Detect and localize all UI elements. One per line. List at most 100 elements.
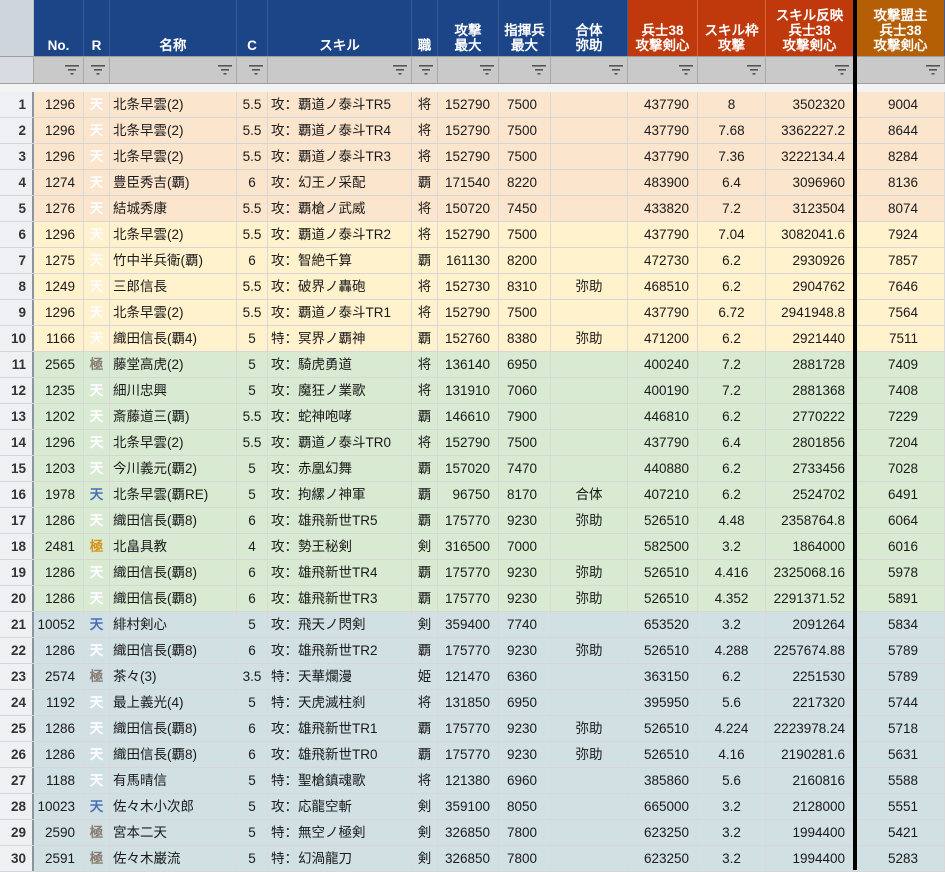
cell-no[interactable]: 1296 [34,144,84,169]
cell-name[interactable]: 今川義元(覇2) [110,456,237,481]
cell-lord[interactable]: 9004 [857,92,945,117]
cell-atk[interactable]: 131850 [438,690,499,715]
cell-skill[interactable]: 特：天華爛漫 [268,664,412,689]
cell-reflect[interactable]: 2770222 [766,404,854,429]
cell-atk[interactable]: 161130 [438,248,499,273]
cell-c[interactable]: 5.5 [237,222,268,247]
row-number[interactable]: 5 [0,196,34,221]
cell-no[interactable]: 1286 [34,586,84,611]
table-row[interactable]: 25 1286 天織田信長(覇8) 6 攻：雄飛新世TR1 覇 175770 9230 弥助 52… [0,716,945,742]
cell-soldier[interactable]: 433820 [628,196,698,221]
cell-job[interactable]: 覇 [412,716,438,741]
cell-soldier[interactable]: 440880 [628,456,698,481]
cell-slot[interactable]: 6.2 [698,404,766,429]
cell-atk[interactable]: 152790 [438,430,499,455]
cell-job[interactable]: 覇 [412,404,438,429]
cell-combo[interactable]: 弥助 [551,274,628,299]
cell-lord[interactable]: 7511 [857,326,945,351]
cell-lord[interactable]: 5744 [857,690,945,715]
table-row[interactable]: 1 1296 天北条早雲(2) 5.5 攻：覇道ノ泰斗TR5 将 152790 7500 437… [0,92,945,118]
cell-r[interactable]: 天 [84,508,110,533]
cell-combo[interactable] [551,144,628,169]
cell-no[interactable]: 1202 [34,404,84,429]
cell-r[interactable]: 天 [84,196,110,221]
cell-reflect[interactable]: 2801856 [766,430,854,455]
cell-no[interactable]: 1276 [34,196,84,221]
cell-name[interactable]: 織田信長(覇8) [110,560,237,585]
row-number[interactable]: 9 [0,300,34,325]
cell-c[interactable]: 6 [237,248,268,273]
cell-atk[interactable]: 326850 [438,820,499,845]
cell-reflect[interactable]: 2358764.8 [766,508,854,533]
cell-lord[interactable]: 5891 [857,586,945,611]
cell-name[interactable]: 斎藤道三(覇) [110,404,237,429]
cell-c[interactable]: 6 [237,170,268,195]
cell-soldier[interactable]: 395950 [628,690,698,715]
cell-r[interactable]: 天 [84,300,110,325]
filter-icon[interactable] [218,63,232,75]
cell-c[interactable]: 6 [237,508,268,533]
cell-r[interactable]: 極 [84,664,110,689]
cell-troops[interactable]: 7800 [499,846,551,871]
cell-soldier[interactable]: 483900 [628,170,698,195]
cell-skill[interactable]: 攻：飛天ノ閃剣 [268,612,412,637]
filter-icon[interactable] [249,63,263,75]
cell-skill[interactable]: 攻：覇道ノ泰斗TR1 [268,300,412,325]
column-header-troops[interactable]: 指揮兵 最大 [499,0,551,56]
cell-name[interactable]: 結城秀康 [110,196,237,221]
cell-no[interactable]: 1296 [34,300,84,325]
column-header-reflect[interactable]: スキル反映 兵士38 攻撃剣心 [766,0,854,56]
cell-atk[interactable]: 152790 [438,222,499,247]
cell-lord[interactable]: 7924 [857,222,945,247]
cell-slot[interactable]: 7.04 [698,222,766,247]
row-number[interactable]: 25 [0,716,34,741]
cell-atk[interactable]: 152790 [438,92,499,117]
cell-job[interactable]: 覇 [412,586,438,611]
cell-job[interactable]: 剣 [412,612,438,637]
table-row[interactable]: 8 1249 天三郎信長 5.5 攻：破界ノ轟砲将 152730 8310 弥助 468510 6… [0,274,945,300]
cell-reflect[interactable]: 2524702 [766,482,854,507]
cell-slot[interactable]: 6.2 [698,326,766,351]
cell-job[interactable]: 覇 [412,482,438,507]
cell-r[interactable]: 極 [84,846,110,871]
cell-troops[interactable]: 7800 [499,820,551,845]
cell-skill[interactable]: 特：冥界ノ覇神 [268,326,412,351]
table-row[interactable]: 15 1203 天今川義元(覇2) 5 攻：赤凰幻舞覇 157020 7470 440880 6… [0,456,945,482]
table-row[interactable]: 10 1166 天織田信長(覇4) 5 特：冥界ノ覇神覇 152760 8380 弥助 4712… [0,326,945,352]
cell-soldier[interactable]: 437790 [628,118,698,143]
cell-soldier[interactable]: 526510 [628,586,698,611]
cell-troops[interactable]: 7500 [499,118,551,143]
cell-soldier[interactable]: 526510 [628,560,698,585]
cell-lord[interactable]: 7408 [857,378,945,403]
cell-reflect[interactable]: 2325068.16 [766,560,854,585]
cell-lord[interactable]: 5789 [857,664,945,689]
cell-troops[interactable]: 9230 [499,716,551,741]
cell-combo[interactable] [551,612,628,637]
row-number[interactable]: 23 [0,664,34,689]
cell-skill[interactable]: 攻：応龍空斬 [268,794,412,819]
row-number[interactable]: 19 [0,560,34,585]
row-number[interactable]: 3 [0,144,34,169]
cell-slot[interactable]: 3.2 [698,534,766,559]
cell-name[interactable]: 北条早雲(2) [110,118,237,143]
cell-soldier[interactable]: 437790 [628,144,698,169]
cell-job[interactable]: 将 [412,430,438,455]
cell-slot[interactable]: 3.2 [698,612,766,637]
cell-troops[interactable]: 9230 [499,742,551,767]
cell-c[interactable]: 5.5 [237,144,268,169]
cell-combo[interactable]: 弥助 [551,742,628,767]
cell-r[interactable]: 天 [84,144,110,169]
cell-no[interactable]: 2590 [34,820,84,845]
cell-atk[interactable]: 175770 [438,560,499,585]
cell-atk[interactable]: 152730 [438,274,499,299]
cell-skill[interactable]: 特：幻渦龍刀 [268,846,412,871]
cell-r[interactable]: 天 [84,742,110,767]
cell-name[interactable]: 茶々(3) [110,664,237,689]
cell-job[interactable]: 将 [412,378,438,403]
cell-troops[interactable]: 8220 [499,170,551,195]
table-row[interactable]: 17 1286 天織田信長(覇8) 6 攻：雄飛新世TR5 覇 175770 9230 弥助 52… [0,508,945,534]
cell-reflect[interactable]: 2733456 [766,456,854,481]
cell-atk[interactable]: 157020 [438,456,499,481]
column-header-lord[interactable]: 攻撃盟主 兵士38 攻撃剣心 [857,0,945,56]
cell-combo[interactable] [551,352,628,377]
